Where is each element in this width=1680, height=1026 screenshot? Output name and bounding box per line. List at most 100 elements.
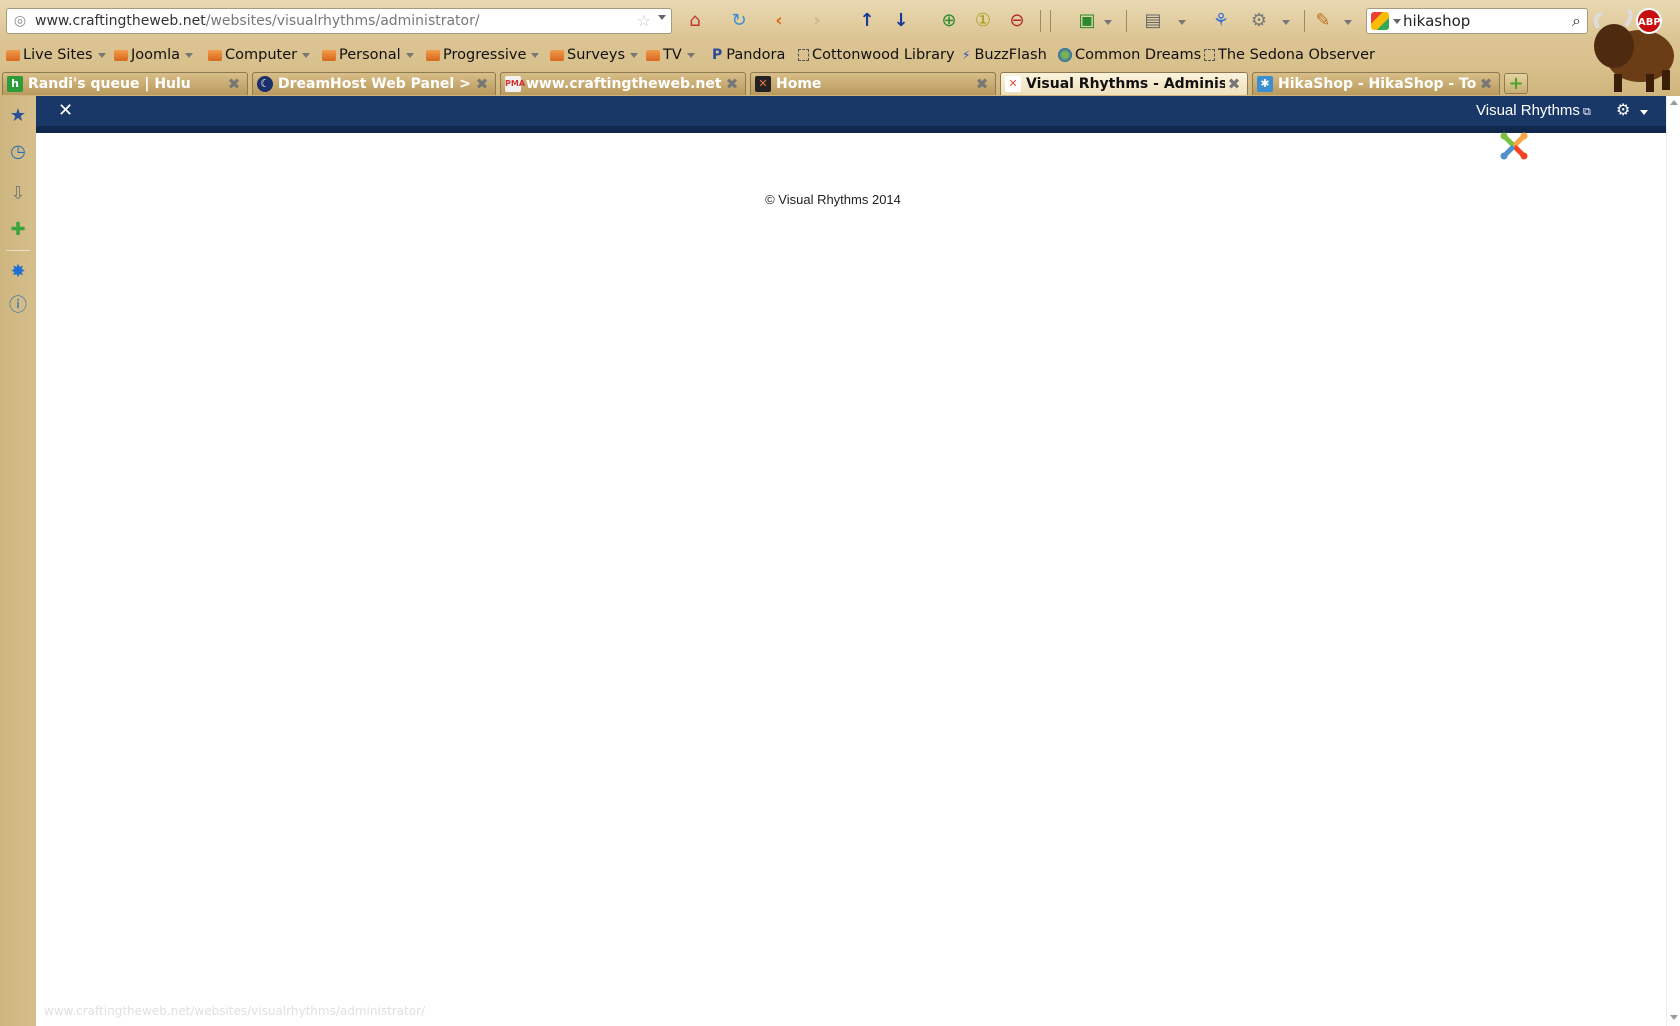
forward-icon[interactable]: › bbox=[804, 9, 830, 33]
bookmark-star-icon[interactable]: ☆ bbox=[637, 11, 651, 30]
chevron-down-icon[interactable] bbox=[1178, 20, 1186, 25]
hikashop-icon: ✱ bbox=[1257, 76, 1273, 92]
navigation-toolbar: ◎ www.craftingtheweb.net/websites/visual… bbox=[0, 0, 1680, 92]
reload-icon[interactable]: ↻ bbox=[726, 9, 752, 33]
bookmark-folder-joomla[interactable]: Joomla bbox=[114, 45, 194, 65]
bookmark-common-dreams[interactable]: Common Dreams bbox=[1058, 45, 1201, 65]
page-content: ✕ Visual Rhythms ⧉ ⚙ © Visual Rhythms 201… bbox=[36, 96, 1666, 1026]
browser-chrome: ◎ www.craftingtheweb.net/websites/visual… bbox=[0, 0, 1680, 96]
folder-icon bbox=[6, 49, 20, 61]
search-engine-icon[interactable] bbox=[1371, 12, 1389, 30]
url-bar[interactable]: ◎ www.craftingtheweb.net/websites/visual… bbox=[6, 8, 672, 34]
joomla-icon: ✕ bbox=[1005, 76, 1021, 92]
pandora-icon: P bbox=[712, 47, 723, 63]
extension-icon[interactable]: ✸ bbox=[6, 260, 30, 284]
globe-icon bbox=[1058, 48, 1072, 62]
bookmark-label: Live Sites bbox=[23, 47, 93, 63]
zoom-out-icon[interactable]: ⊖ bbox=[1004, 9, 1030, 33]
toolbar-separator bbox=[1050, 10, 1051, 32]
scroll-up-arrow-icon[interactable] bbox=[1670, 100, 1678, 105]
bookmark-label: The Sedona Observer bbox=[1218, 47, 1375, 63]
chevron-down-icon bbox=[97, 52, 106, 58]
folder-icon bbox=[646, 49, 660, 61]
folder-icon bbox=[322, 49, 336, 61]
back-icon[interactable]: ‹ bbox=[766, 9, 792, 33]
gear-icon[interactable]: ⚙ bbox=[1616, 100, 1630, 119]
chevron-down-icon bbox=[531, 52, 540, 58]
zoom-in-icon[interactable]: ⊕ bbox=[936, 9, 962, 33]
history-icon[interactable]: ◷ bbox=[6, 140, 30, 164]
sidebar-separator bbox=[6, 250, 30, 251]
tab-visual-rhythms-admin[interactable]: ✕ Visual Rhythms - Adminis... ✖ bbox=[1000, 72, 1248, 95]
tab-home[interactable]: ✕ Home ✖ bbox=[750, 72, 996, 95]
adblock-icon[interactable]: ABP bbox=[1636, 8, 1662, 34]
tab-title: HikaShop - HikaShop - To... bbox=[1278, 76, 1477, 92]
chevron-down-icon[interactable] bbox=[1640, 110, 1648, 115]
bookmark-folder-live-sites[interactable]: Live Sites bbox=[6, 45, 106, 65]
search-input[interactable]: hikashop ⌕ bbox=[1366, 8, 1588, 34]
dreamhost-icon: ☾ bbox=[257, 76, 273, 92]
chevron-down-icon bbox=[630, 52, 638, 58]
bookmark-folder-computer[interactable]: Computer bbox=[208, 45, 311, 65]
site-identity-icon[interactable]: ◎ bbox=[11, 12, 29, 30]
chevron-down-icon[interactable] bbox=[1393, 19, 1401, 24]
new-tab-button[interactable]: + bbox=[1504, 73, 1528, 94]
chevron-down-icon[interactable] bbox=[1282, 20, 1290, 25]
downloads-icon[interactable]: ⇩ bbox=[6, 182, 30, 206]
tab-dreamhost[interactable]: ☾ DreamHost Web Panel > ... ✖ bbox=[252, 72, 496, 95]
admin-header: ✕ Visual Rhythms ⧉ ⚙ bbox=[36, 96, 1666, 133]
chevron-down-icon bbox=[185, 52, 194, 58]
addon-icon[interactable]: ⚘ bbox=[1208, 9, 1234, 33]
browser-sidebar: ★ ◷ ⇩ ✚ ✸ ⓘ bbox=[0, 96, 36, 1026]
bookmark-label: Personal bbox=[339, 47, 401, 63]
settings-icon[interactable]: ⚙ bbox=[1246, 9, 1272, 33]
close-icon[interactable]: ✖ bbox=[1225, 75, 1243, 93]
bookmark-sedona-observer[interactable]: The Sedona Observer bbox=[1204, 45, 1375, 65]
toolbar-separator bbox=[1040, 10, 1041, 32]
tab-strip: h Randi's queue | Hulu ✖ ☾ DreamHost Web… bbox=[0, 71, 1540, 96]
tools-icon[interactable]: ✎ bbox=[1310, 9, 1336, 33]
close-icon[interactable]: ✖ bbox=[225, 75, 243, 93]
chevron-down-icon[interactable] bbox=[1104, 20, 1112, 25]
scroll-down-arrow-icon[interactable] bbox=[1670, 1015, 1678, 1020]
chevron-down-icon[interactable] bbox=[1344, 20, 1352, 25]
bookmark-pandora[interactable]: P Pandora bbox=[712, 45, 785, 65]
addons-icon[interactable]: ✚ bbox=[6, 218, 30, 242]
tab-title: Randi's queue | Hulu bbox=[28, 76, 191, 92]
page-icon[interactable]: ▤ bbox=[1140, 9, 1166, 33]
bookmark-cottonwood-library[interactable]: Cottonwood Library bbox=[798, 45, 955, 65]
tab-title: DreamHost Web Panel > ... bbox=[278, 76, 473, 92]
bookmark-folder-personal[interactable]: Personal bbox=[322, 45, 414, 65]
search-icon[interactable]: ⌕ bbox=[1572, 9, 1581, 33]
zoom-reset-icon[interactable]: ① bbox=[970, 9, 996, 33]
home-icon[interactable]: ⌂ bbox=[682, 9, 708, 33]
roboform-icon[interactable]: ▣ bbox=[1074, 9, 1100, 33]
info-icon[interactable]: ⓘ bbox=[6, 294, 30, 318]
bookmark-buzzflash[interactable]: ⚡ BuzzFlash bbox=[962, 45, 1047, 65]
site-link[interactable]: Visual Rhythms ⧉ bbox=[1476, 102, 1591, 119]
url-history-dropdown-icon[interactable] bbox=[658, 15, 666, 20]
bookmark-folder-progressive[interactable]: Progressive bbox=[426, 45, 540, 65]
bookmark-label: Progressive bbox=[443, 47, 527, 63]
tab-hikashop[interactable]: ✱ HikaShop - HikaShop - To... ✖ bbox=[1252, 72, 1500, 95]
close-icon[interactable]: ✖ bbox=[473, 75, 491, 93]
close-icon[interactable]: ✖ bbox=[973, 75, 991, 93]
chevron-down-icon bbox=[686, 52, 695, 58]
scroll-down-icon[interactable]: ↓ bbox=[888, 9, 914, 33]
buzzflash-icon: ⚡ bbox=[962, 48, 971, 62]
close-icon[interactable]: ✖ bbox=[723, 75, 741, 93]
tab-hulu[interactable]: h Randi's queue | Hulu ✖ bbox=[2, 72, 248, 95]
joomla-menu-icon[interactable]: ✕ bbox=[58, 100, 73, 122]
scroll-up-icon[interactable]: ↑ bbox=[854, 9, 880, 33]
folder-icon bbox=[114, 49, 128, 61]
tab-phpmyadmin[interactable]: PMA www.craftingtheweb.net ... ✖ bbox=[500, 72, 746, 95]
vertical-scrollbar[interactable] bbox=[1666, 96, 1680, 1026]
bookmark-folder-surveys[interactable]: Surveys bbox=[550, 45, 638, 65]
bookmarks-icon[interactable]: ★ bbox=[6, 104, 30, 128]
bookmark-folder-tv[interactable]: TV bbox=[646, 45, 695, 65]
tab-title: www.craftingtheweb.net ... bbox=[526, 76, 723, 92]
site-link-label: Visual Rhythms bbox=[1476, 102, 1580, 119]
close-icon[interactable]: ✖ bbox=[1477, 75, 1495, 93]
copyright-text: © Visual Rhythms 2014 bbox=[765, 192, 901, 207]
chevron-down-icon bbox=[405, 52, 414, 58]
